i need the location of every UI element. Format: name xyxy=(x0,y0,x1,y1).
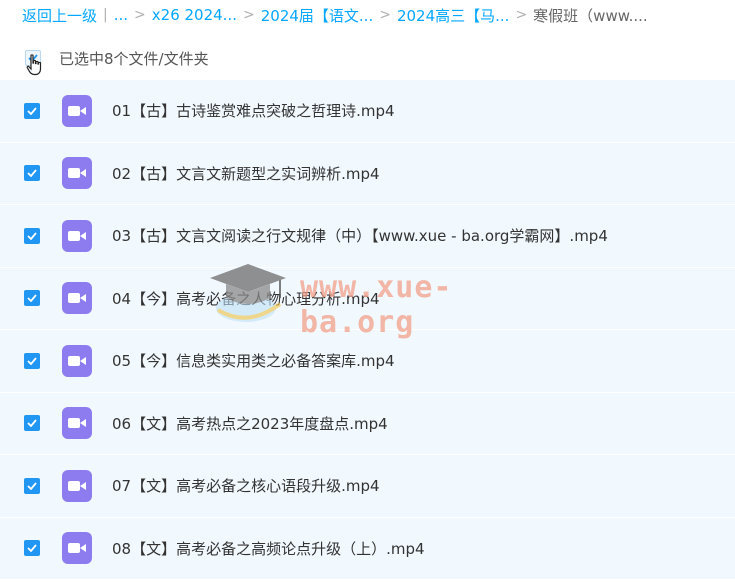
breadcrumb-divider: | xyxy=(103,7,108,23)
breadcrumb-item-2[interactable]: 2024届【语文... xyxy=(261,5,373,26)
list-item[interactable]: 06【文】高考热点之2023年度盘点.mp4 xyxy=(0,392,735,455)
row-checkbox[interactable] xyxy=(24,477,40,494)
file-name[interactable]: 05【今】信息类实用类之必备答案库.mp4 xyxy=(112,350,395,371)
back-link[interactable]: 返回上一级 xyxy=(22,5,97,26)
check-icon xyxy=(27,419,37,428)
selection-bar: 已选中8个文件/文件夹 xyxy=(0,40,735,76)
check-icon xyxy=(27,544,37,553)
check-icon xyxy=(27,294,37,303)
breadcrumb-item-3[interactable]: 2024高三【马... xyxy=(397,5,509,26)
video-file-icon xyxy=(62,282,92,315)
file-name[interactable]: 07【文】高考必备之核心语段升级.mp4 xyxy=(112,475,380,496)
chevron-right-icon: > xyxy=(379,7,391,23)
row-checkbox[interactable] xyxy=(24,227,40,244)
row-checkbox[interactable] xyxy=(24,540,40,557)
breadcrumb: 返回上一级 | ... > x26 2024... > 2024届【语文... … xyxy=(22,3,735,27)
breadcrumb-current: 寒假班（www.... xyxy=(533,6,648,25)
file-name[interactable]: 02【古】文言文新题型之实词辨析.mp4 xyxy=(112,163,380,184)
check-icon xyxy=(27,357,37,365)
chevron-right-icon: > xyxy=(243,7,255,23)
check-icon xyxy=(27,107,37,115)
chevron-right-icon: > xyxy=(134,7,146,23)
row-checkbox[interactable] xyxy=(24,102,40,119)
row-checkbox[interactable] xyxy=(24,415,40,432)
file-name[interactable]: 08【文】高考必备之高频论点升级（上）.mp4 xyxy=(112,538,425,559)
chevron-right-icon: > xyxy=(515,7,528,23)
row-checkbox[interactable] xyxy=(24,290,40,307)
row-checkbox[interactable] xyxy=(24,165,40,182)
list-item[interactable]: 07【文】高考必备之核心语段升级.mp4 xyxy=(0,455,735,518)
list-item[interactable]: 01【古】古诗鉴赏难点突破之哲理诗.mp4 xyxy=(0,80,735,143)
breadcrumb-item-1[interactable]: x26 2024... xyxy=(152,6,237,24)
video-file-icon xyxy=(62,94,92,127)
video-file-icon xyxy=(62,157,92,190)
file-name[interactable]: 03【古】文言文阅读之行文规律（中）【www.xue - ba.org学霸网】.… xyxy=(112,225,608,246)
breadcrumb-ellipsis[interactable]: ... xyxy=(114,6,128,24)
list-item[interactable]: 03【古】文言文阅读之行文规律（中）【www.xue - ba.org学霸网】.… xyxy=(0,205,735,268)
video-file-icon xyxy=(62,344,92,377)
list-item[interactable]: 08【文】高考必备之高频论点升级（上）.mp4 xyxy=(0,517,735,580)
video-file-icon xyxy=(62,532,92,565)
video-file-icon xyxy=(62,219,92,252)
check-icon xyxy=(27,169,37,178)
file-list: 01【古】古诗鉴赏难点突破之哲理诗.mp4 02【古】文言文新题型之实词辨析.m… xyxy=(0,80,735,580)
video-file-icon xyxy=(62,469,92,502)
file-name[interactable]: 06【文】高考热点之2023年度盘点.mp4 xyxy=(112,413,388,434)
video-file-icon xyxy=(62,407,92,440)
hand-cursor-icon xyxy=(26,54,42,76)
check-icon xyxy=(27,232,37,240)
list-item[interactable]: 05【今】信息类实用类之必备答案库.mp4 xyxy=(0,330,735,393)
check-icon xyxy=(27,482,37,490)
row-checkbox[interactable] xyxy=(24,352,40,369)
selection-count-text: 已选中8个文件/文件夹 xyxy=(59,49,209,68)
file-name[interactable]: 04【今】高考必备之人物心理分析.mp4 xyxy=(112,288,380,309)
list-item[interactable]: 04【今】高考必备之人物心理分析.mp4 xyxy=(0,267,735,330)
list-item[interactable]: 02【古】文言文新题型之实词辨析.mp4 xyxy=(0,142,735,205)
file-name[interactable]: 01【古】古诗鉴赏难点突破之哲理诗.mp4 xyxy=(112,100,395,121)
